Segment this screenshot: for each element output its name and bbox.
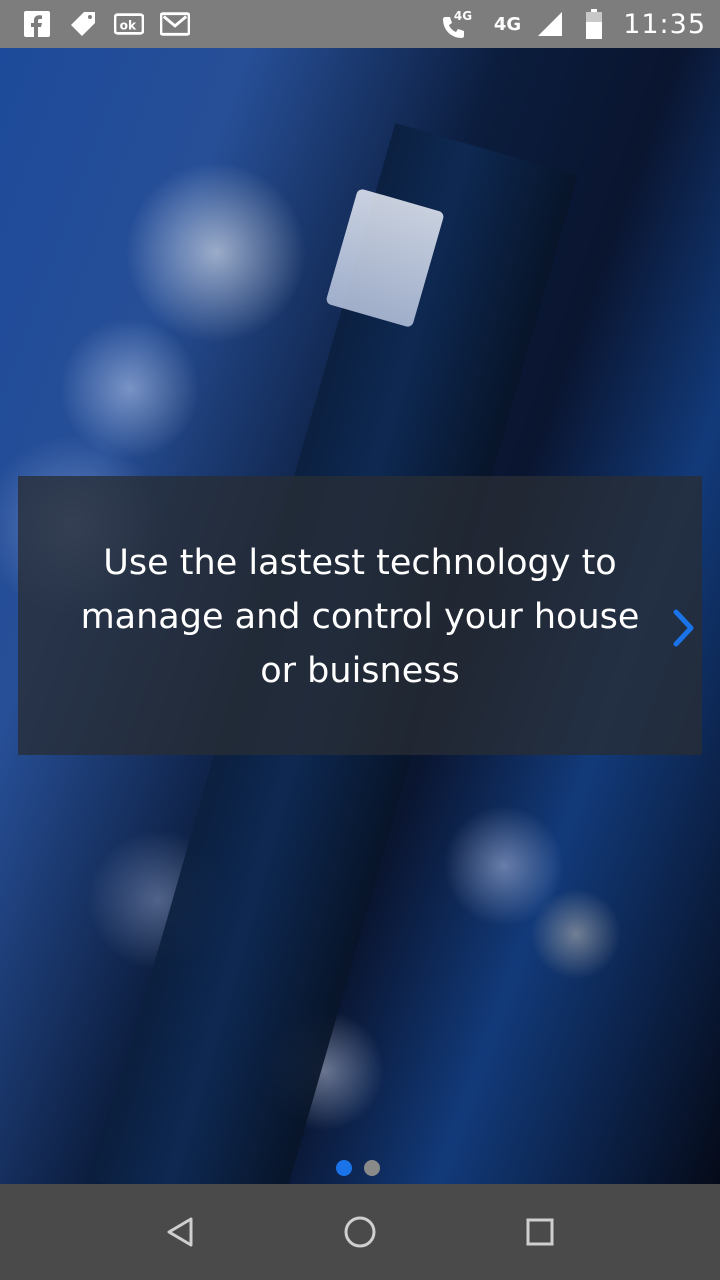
facebook-icon [22, 9, 52, 39]
system-icons: 4G 4G 11:35 [440, 6, 706, 42]
clock: 11:35 [623, 8, 706, 40]
page-dot[interactable] [364, 1160, 380, 1176]
volte-call-icon: 4G [440, 9, 480, 39]
signal-icon [535, 9, 565, 39]
page-dot-active[interactable] [336, 1160, 352, 1176]
recents-button[interactable] [520, 1212, 560, 1252]
slide-caption: Use the lastest technology to manage and… [80, 543, 640, 691]
back-button[interactable] [160, 1212, 200, 1252]
next-slide-button[interactable] [664, 600, 704, 656]
call-network-label: 4G [453, 9, 473, 23]
notification-icons: ok [22, 8, 190, 40]
onboarding-slide[interactable]: Use the lastest technology to manage and… [0, 48, 720, 1184]
svg-text:ok: ok [120, 19, 137, 33]
network-type-label: 4G [493, 13, 522, 35]
navigation-bar [0, 1184, 720, 1280]
back-icon [167, 1217, 193, 1247]
caption-panel: Use the lastest technology to manage and… [18, 476, 702, 755]
tag-icon [68, 9, 98, 39]
vk-icon: ok [114, 9, 144, 39]
gmail-icon [160, 9, 190, 39]
battery-icon [579, 9, 609, 39]
home-button[interactable] [340, 1212, 380, 1252]
status-bar: ok 4G 4G 11:35 [0, 0, 720, 48]
page-indicator [336, 1160, 380, 1176]
recents-icon [526, 1218, 554, 1246]
home-icon [344, 1216, 376, 1248]
chevron-right-icon [673, 609, 694, 647]
